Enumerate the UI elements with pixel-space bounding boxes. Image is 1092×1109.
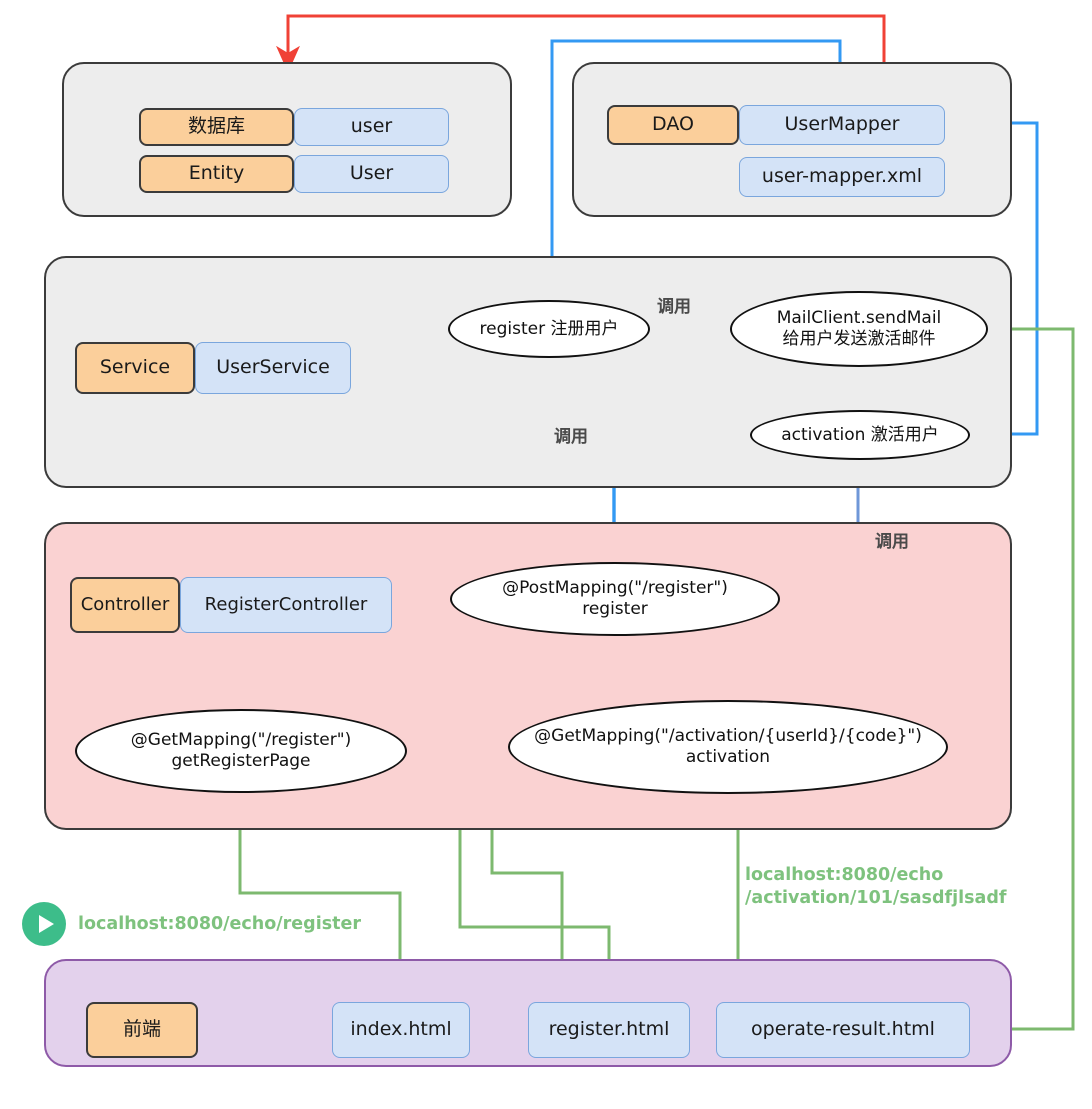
edge-label-call-activation: 调用 [875,532,909,552]
service-node-sendmail: MailClient.sendMail 给用户发送激活邮件 [730,291,988,367]
frontend-page-index: index.html [332,1002,470,1058]
diagram-canvas: 数据库 user Entity User DAO UserMapper user… [0,0,1092,1109]
dao-usermapper-xml: user-mapper.xml [739,157,945,197]
service-node-activation-label: activation 激活用户 [781,424,939,445]
entity-user: User [294,155,449,193]
edge-label-call-sendmail: 调用 [657,297,691,317]
activation-url-label: localhost:8080/echo /activation/101/sasd… [745,865,1007,908]
database-table-user: user [294,108,449,146]
frontend-tag: 前端 [86,1002,198,1058]
controller-node-get-activation-line2: activation [685,747,771,767]
service-node-sendmail-line1: MailClient.sendMail [776,308,942,329]
controller-node-get-activation-line1: @GetMapping("/activation/{userId}/{code}… [534,726,922,747]
frontend-page-operate-result: operate-result.html [716,1002,970,1058]
dao-usermapper: UserMapper [739,105,945,145]
register-url-label: localhost:8080/echo/register [78,914,361,934]
play-icon [22,902,66,946]
service-node-register-label: register 注册用户 [479,318,619,339]
controller-node-post-register-line2: register [582,599,648,619]
dao-tag: DAO [607,105,739,145]
controller-node-get-activation: @GetMapping("/activation/{userId}/{code}… [508,700,948,794]
edge-label-call-register: 调用 [554,427,588,447]
service-tag: Service [75,342,195,394]
service-node-activation: activation 激活用户 [750,410,970,460]
controller-node-get-register-line2: getRegisterPage [171,751,311,771]
play-triangle [39,915,54,933]
service-node-sendmail-line2: 给用户发送激活邮件 [782,329,936,349]
entity-tag: Entity [139,155,294,193]
database-tag: 数据库 [139,108,294,146]
frontend-page-register: register.html [528,1002,690,1058]
controller-node-get-register-line1: @GetMapping("/register") [130,730,352,751]
controller-registercontroller: RegisterController [180,577,392,633]
controller-node-get-register: @GetMapping("/register") getRegisterPage [75,709,407,793]
controller-tag: Controller [70,577,180,633]
controller-node-post-register: @PostMapping("/register") register [450,562,780,636]
controller-node-post-register-line1: @PostMapping("/register") [502,578,728,599]
service-userservice: UserService [195,342,351,394]
service-node-register: register 注册用户 [448,300,650,358]
